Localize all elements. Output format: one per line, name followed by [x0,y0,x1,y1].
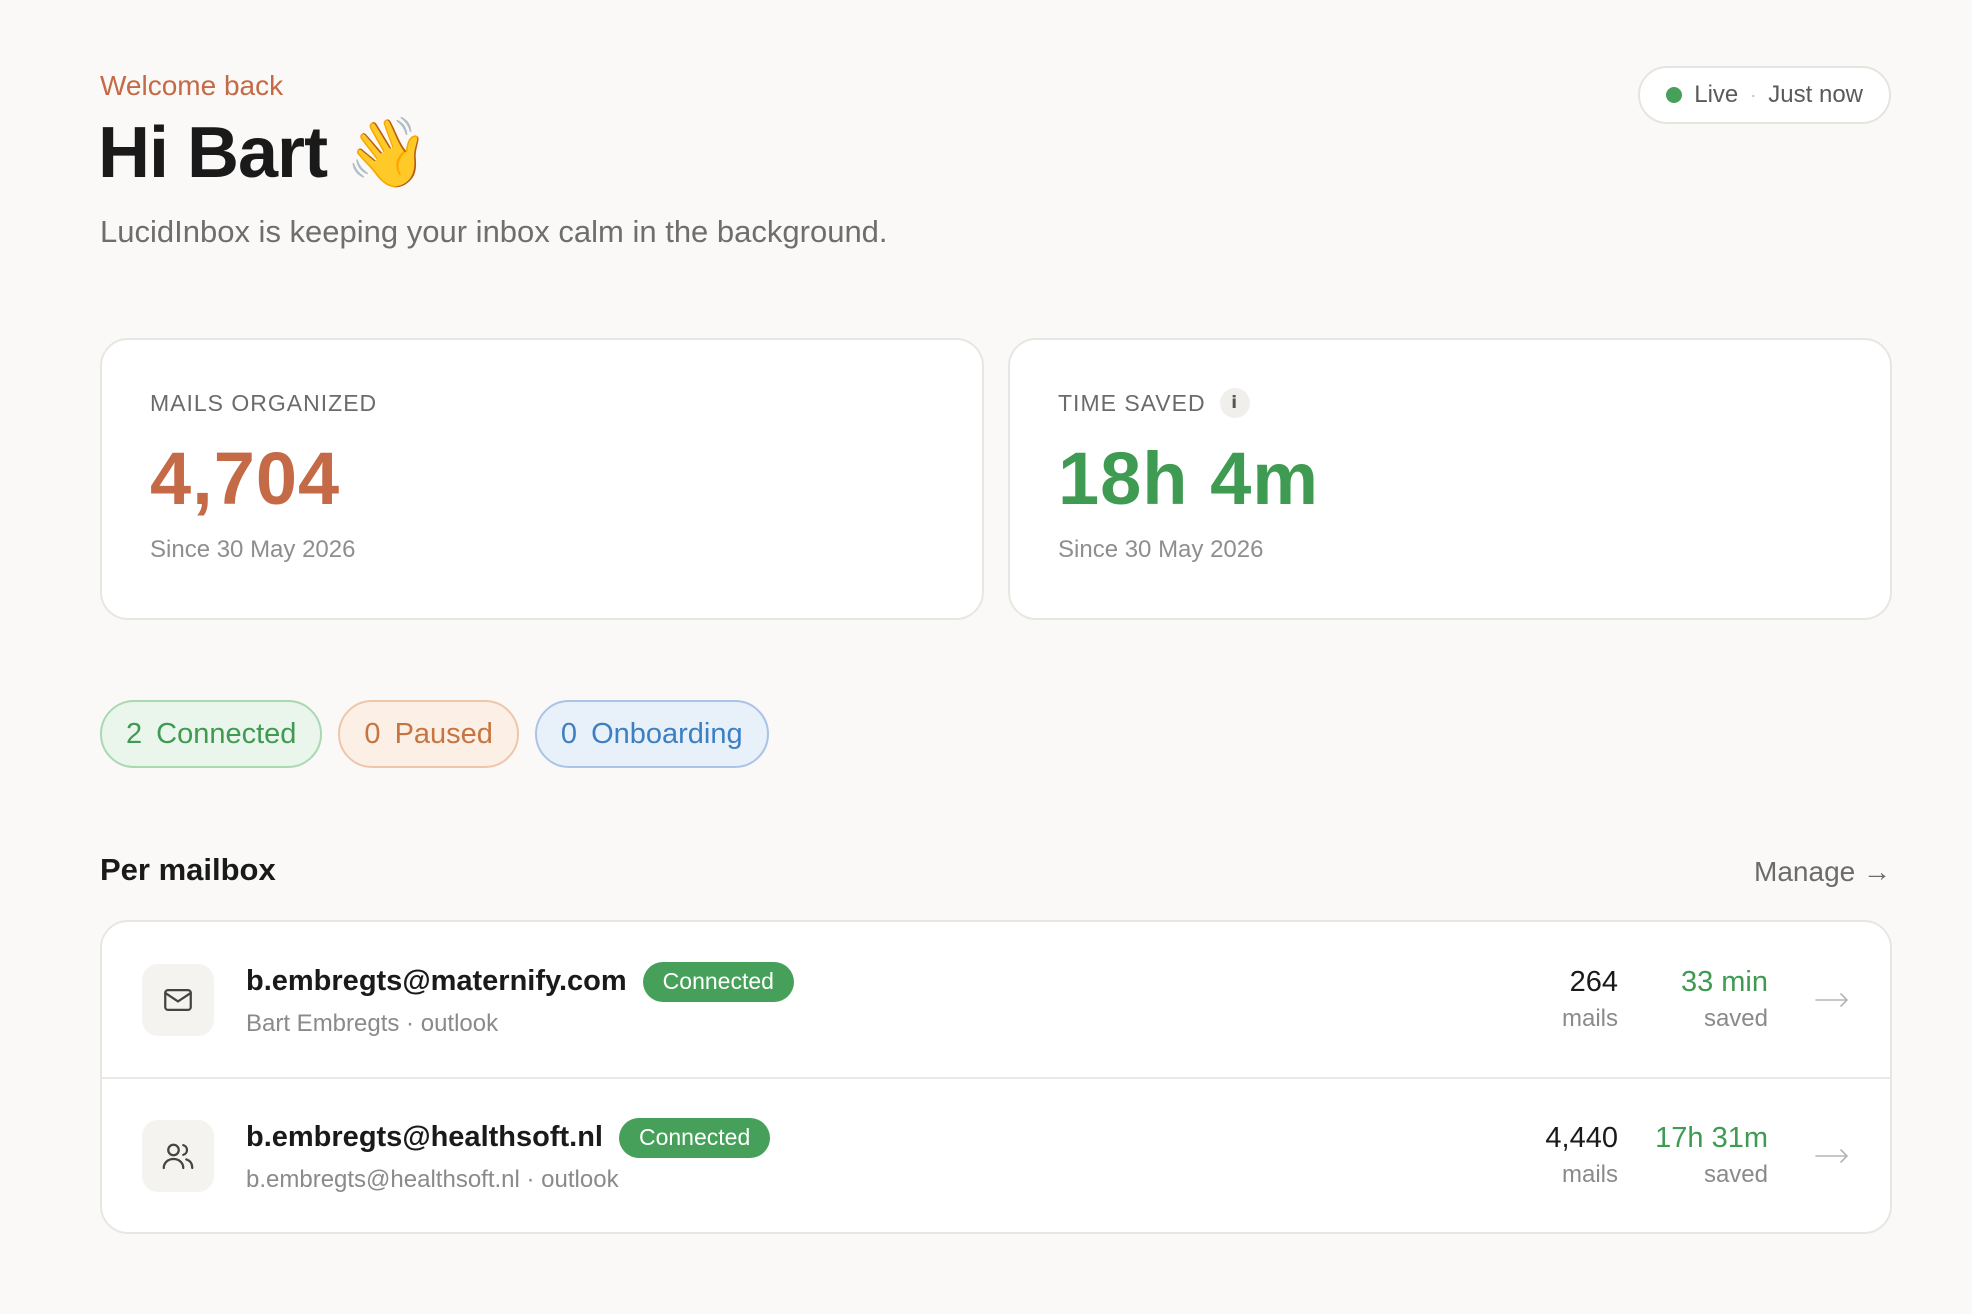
live-separator: · [1750,84,1757,105]
time-saved-value: 18h 4m [1058,437,1320,520]
paused-label: Paused [394,717,493,750]
dashboard-page: Welcome back Hi Bart 👋 LucidInbox is kee… [0,0,1972,1314]
mailbox-info: b.embregts@maternify.com Connected Bart … [246,961,794,1038]
status-chips: 2 Connected 0 Paused 0 Onboarding [100,700,769,768]
time-saved-card: TIME SAVED i 18h 4m Since 30 May 2026 [1008,338,1892,620]
paused-chip[interactable]: 0 Paused [338,700,519,768]
mails-organized-label: MAILS ORGANIZED [150,389,378,416]
mails-stat: 4,440 mails [1498,1122,1618,1189]
mails-organized-card: MAILS ORGANIZED 4,704 Since 30 May 2026 [100,338,984,620]
time-saved-label: TIME SAVED [1058,389,1206,416]
mailbox-stats: 264 mails 33 min saved [1498,922,1850,1077]
mailbox-owner: b.embregts@healthsoft.nl · outlook [246,1165,619,1193]
welcome-label: Welcome back [100,70,284,101]
onboarding-label: Onboarding [591,717,743,750]
connected-chip[interactable]: 2 Connected [100,700,323,768]
saved-stat: 17h 31m saved [1648,1122,1768,1189]
mails-stat: 264 mails [1498,966,1618,1033]
mails-count: 264 [1569,966,1618,998]
onboarding-count: 0 [560,717,578,750]
paused-count: 0 [364,717,381,750]
manage-link[interactable]: Manage → [1754,856,1891,888]
time-saved-label-row: TIME SAVED i [1058,388,1842,418]
saved-time: 33 min [1680,966,1768,998]
last-updated: Just now [1768,81,1863,108]
status-badge: Connected [642,961,794,1002]
arrow-right-icon[interactable] [1814,1148,1850,1163]
mails-organized-since: Since 30 May 2026 [150,535,356,563]
mailbox-stats: 4,440 mails 17h 31m saved [1498,1079,1850,1232]
mails-organized-value: 4,704 [150,437,341,520]
mailbox-email: b.embregts@maternify.com [246,965,627,997]
saved-stat: 33 min saved [1648,966,1768,1033]
mails-unit: mails [1561,1005,1618,1032]
connected-count: 2 [126,717,143,750]
mails-count: 4,440 [1545,1122,1618,1154]
time-saved-since: Since 30 May 2026 [1058,535,1264,563]
live-label: Live [1694,81,1739,108]
mailbox-info: b.embregts@healthsoft.nl Connected b.emb… [246,1117,771,1194]
mails-unit: mails [1561,1161,1618,1188]
mailbox-row[interactable]: b.embregts@healthsoft.nl Connected b.emb… [102,1077,1890,1232]
saved-time: 17h 31m [1655,1122,1768,1154]
page-subtitle: LucidInbox is keeping your inbox calm in… [100,214,888,249]
per-mailbox-title: Per mailbox [100,852,276,887]
connected-label: Connected [156,717,297,750]
status-badge: Connected [618,1117,771,1158]
saved-unit: saved [1703,1005,1768,1032]
arrow-right-icon[interactable] [1814,992,1850,1007]
onboarding-chip[interactable]: 0 Onboarding [534,700,769,768]
mailbox-list: b.embregts@maternify.com Connected Bart … [100,920,1892,1234]
users-icon [142,1119,214,1192]
mailbox-owner: Bart Embregts · outlook [246,1009,499,1037]
info-icon[interactable]: i [1219,388,1250,418]
saved-unit: saved [1703,1161,1768,1188]
live-dot-icon [1666,87,1683,103]
greeting-text: Hi Bart [98,113,328,193]
page-title: Hi Bart 👋 [98,112,430,194]
mailbox-row[interactable]: b.embregts@maternify.com Connected Bart … [102,922,1890,1077]
mail-icon [142,963,214,1036]
mailbox-email: b.embregts@healthsoft.nl [246,1121,603,1153]
live-status-badge: Live · Just now [1638,66,1891,124]
waving-hand-icon: 👋 [345,115,430,191]
